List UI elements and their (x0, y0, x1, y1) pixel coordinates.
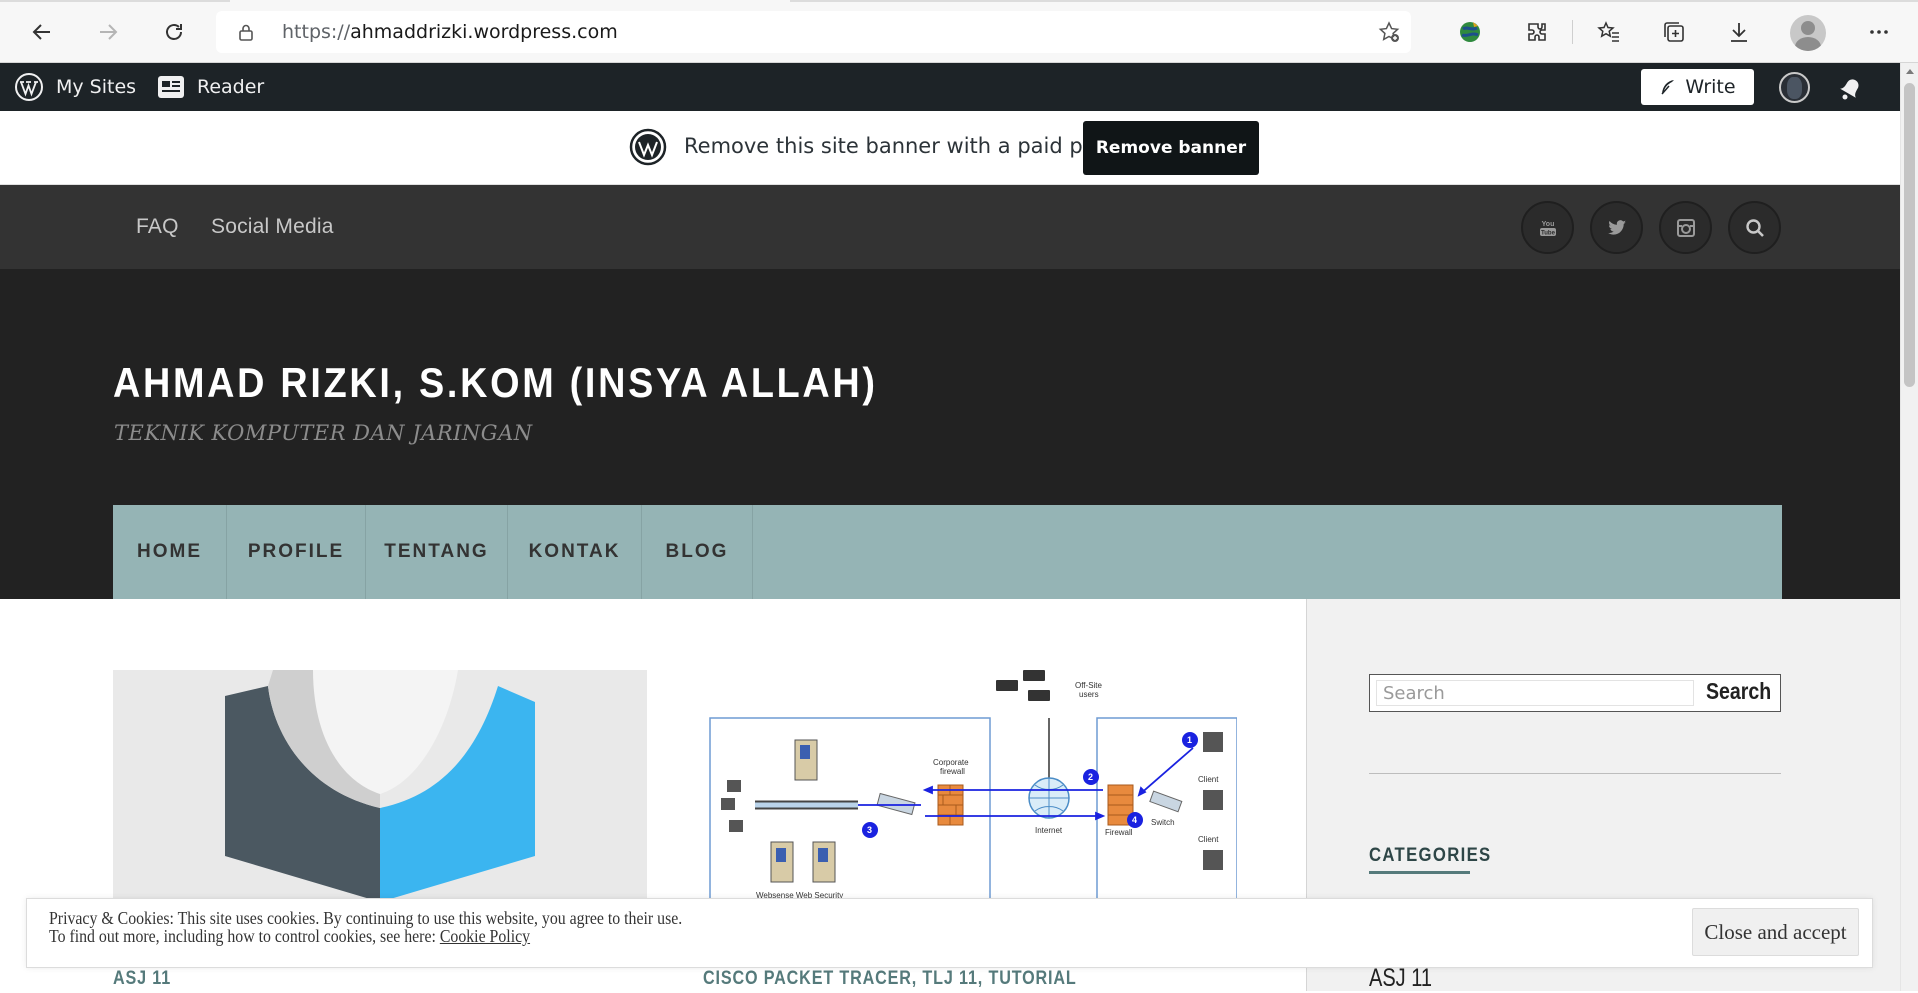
nav-faq-link[interactable]: FAQ (136, 215, 179, 239)
scroll-up-arrow-icon[interactable] (1906, 69, 1914, 74)
reader-icon (158, 76, 184, 98)
main-nav: HOME PROFILE TENTANG KONTAK BLOG (113, 505, 1782, 599)
forward-icon[interactable] (90, 14, 126, 50)
sidebar-search-button[interactable]: Search (1706, 678, 1771, 705)
url-scheme: https:// (282, 21, 351, 43)
refresh-icon[interactable] (156, 14, 192, 50)
reader-label: Reader (197, 76, 265, 98)
switch-label: Switch (1151, 818, 1175, 827)
wp-admin-bar: My Sites Reader Write (0, 63, 1900, 111)
lock-icon[interactable] (236, 22, 256, 42)
cookie-policy-link[interactable]: Cookie Policy (440, 926, 530, 946)
feather-icon (1661, 80, 1675, 95)
svg-text:Client: Client (1198, 835, 1219, 844)
active-tab-edge (230, 0, 790, 2)
search-icon[interactable] (1728, 201, 1781, 254)
categories-heading-underline (1369, 871, 1470, 874)
wordpress-logo-icon (629, 128, 667, 166)
categories-heading: CATEGORIES (1369, 845, 1492, 866)
scrollbar-thumb[interactable] (1904, 83, 1915, 387)
extension-globe-icon[interactable] (1453, 15, 1487, 49)
nav-item-profile[interactable]: PROFILE (227, 505, 366, 599)
wordpress-icon (15, 73, 43, 101)
close-and-accept-button[interactable]: Close and accept (1692, 908, 1859, 956)
post-thumbnail-cisco[interactable]: Off-Site users Websense Web Security Cor… (703, 670, 1237, 902)
sidebar-divider (1369, 773, 1781, 774)
sidebar-search-input[interactable] (1376, 680, 1694, 706)
step-2-badge: 2 (1088, 772, 1093, 782)
cookie-notice: Privacy & Cookies: This site uses cookie… (26, 898, 1873, 968)
site-title[interactable]: AHMAD RIZKI, S.KOM (INSYA ALLAH) (113, 359, 878, 407)
add-favorite-icon[interactable] (1377, 20, 1401, 44)
nav-item-blog[interactable]: BLOG (642, 505, 753, 599)
svg-text:Tube: Tube (1541, 230, 1556, 236)
instagram-icon[interactable] (1659, 201, 1712, 254)
corporate-firewall-label: Corporate (933, 758, 969, 767)
site-banner: Remove this site banner with a paid plan… (0, 111, 1900, 185)
nav-social-media-link[interactable]: Social Media (211, 215, 334, 239)
step-4-badge: 4 (1132, 815, 1137, 825)
youtube-icon[interactable]: You Tube (1521, 201, 1574, 254)
my-sites-label: My Sites (56, 76, 137, 98)
abstract-logo-image (113, 670, 647, 902)
collections-icon[interactable] (1657, 15, 1691, 49)
browser-profile-avatar[interactable] (1790, 15, 1826, 51)
address-bar[interactable]: https://ahmaddrizki.wordpress.com (216, 11, 1411, 53)
twitter-icon[interactable] (1590, 201, 1643, 254)
write-button[interactable]: Write (1641, 69, 1754, 105)
favorites-icon[interactable] (1592, 15, 1626, 49)
post-title-cisco[interactable]: CISCO PACKET TRACER, TLJ 11, TUTORIAL (703, 968, 1077, 990)
internet-label: Internet (1035, 826, 1063, 835)
back-icon[interactable] (24, 14, 60, 50)
reader-button[interactable]: Reader (157, 63, 264, 111)
sidebar-search-widget: Search (1369, 674, 1781, 712)
url-text[interactable]: https://ahmaddrizki.wordpress.com (282, 21, 618, 43)
nav-item-home[interactable]: HOME (113, 505, 227, 599)
step-3-badge: 3 (867, 825, 872, 835)
my-sites-button[interactable]: My Sites (14, 63, 136, 111)
network-diagram-image: Off-Site users Websense Web Security Cor… (703, 670, 1237, 902)
site-header: AHMAD RIZKI, S.KOM (INSYA ALLAH) TEKNIK … (0, 269, 1900, 599)
extensions-icon[interactable] (1520, 15, 1554, 49)
post-thumbnail-asj[interactable] (113, 670, 647, 902)
step-1-badge: 1 (1187, 735, 1192, 745)
notifications-icon[interactable] (1836, 73, 1866, 103)
banner-message: Remove this site banner with a paid plan (684, 134, 1115, 158)
secondary-nav: FAQ Social Media You Tube (0, 185, 1900, 269)
page-scrollbar[interactable] (1900, 63, 1918, 991)
nav-item-tentang[interactable]: TENTANG (366, 505, 508, 599)
svg-text:firewall: firewall (940, 767, 965, 776)
cookie-text-line2: To find out more, including how to contr… (49, 926, 530, 947)
write-label: Write (1685, 76, 1736, 98)
offsite-label: Off-Site (1075, 681, 1103, 690)
remove-banner-button[interactable]: Remove banner (1083, 121, 1259, 175)
site-tagline: TEKNIK KOMPUTER DAN JARINGAN (114, 421, 533, 445)
firewall-label: Firewall (1105, 828, 1133, 837)
downloads-icon[interactable] (1722, 15, 1756, 49)
category-item-asj-11[interactable]: ASJ 11 (1369, 964, 1432, 993)
cookie-line2-prefix: To find out more, including how to contr… (49, 926, 440, 946)
svg-text:users: users (1079, 690, 1099, 699)
url-host: ahmaddrizki.wordpress.com (350, 21, 618, 43)
client-label: Client (1198, 775, 1219, 784)
svg-text:You: You (1541, 221, 1554, 228)
post-title-asj[interactable]: ASJ 11 (113, 968, 171, 990)
more-menu-icon[interactable] (1862, 15, 1896, 49)
user-avatar[interactable] (1779, 72, 1810, 103)
browser-toolbar: https://ahmaddrizki.wordpress.com (0, 0, 1918, 63)
nav-item-kontak[interactable]: KONTAK (508, 505, 642, 599)
toolbar-separator (1572, 20, 1573, 44)
